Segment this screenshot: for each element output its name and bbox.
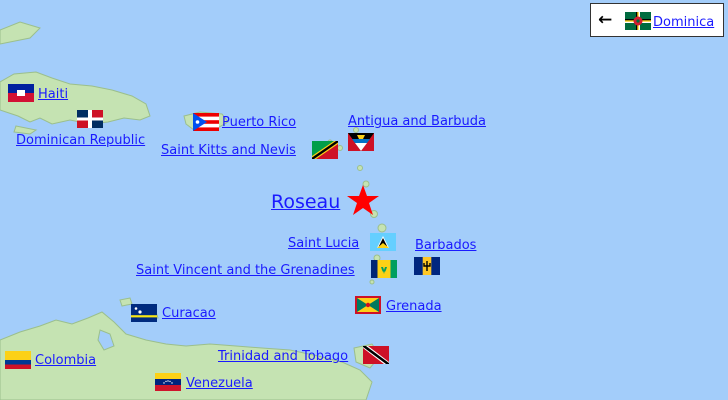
saint-kitts-and-nevis-flag-icon[interactable] [312,141,338,159]
antigua-and-barbuda-flag-icon[interactable] [348,133,374,151]
grenada-link[interactable]: Grenada [386,299,442,314]
trinidad-and-tobago-flag-icon[interactable] [363,346,389,364]
puerto-rico-flag-icon[interactable] [193,113,219,131]
haiti-flag-icon[interactable] [8,84,34,102]
venezuela-link[interactable]: Venezuela [186,376,253,391]
dominican-republic-link[interactable]: Dominican Republic [16,133,145,148]
saint-vincent-flag-icon[interactable] [371,260,397,278]
venezuela-flag-icon[interactable] [155,373,181,391]
saint-kitts-and-nevis-link[interactable]: Saint Kitts and Nevis [161,143,296,158]
colombia-flag-icon[interactable] [5,351,31,369]
colombia-link[interactable]: Colombia [35,353,96,368]
left-arrow-icon: ← [598,10,613,30]
dominica-flag-icon [625,12,651,30]
haiti-link[interactable]: Haiti [38,87,68,102]
dominican-republic-flag-icon[interactable] [77,110,103,128]
roseau-link[interactable]: Roseau [271,191,340,213]
trinidad-and-tobago-link[interactable]: Trinidad and Tobago [218,349,348,364]
curacao-link[interactable]: Curacao [162,306,216,321]
antigua-and-barbuda-link[interactable]: Antigua and Barbuda [348,114,486,129]
grenada-flag-icon[interactable] [355,296,381,314]
saint-lucia-flag-icon[interactable] [370,233,396,251]
red-star-icon[interactable] [346,184,380,216]
barbados-link[interactable]: Barbados [415,238,476,253]
puerto-rico-link[interactable]: Puerto Rico [222,115,296,130]
back-to-dominica-button[interactable]: ← Dominica [590,3,724,37]
curacao-flag-icon[interactable] [131,304,157,322]
barbados-flag-icon[interactable] [414,257,440,275]
caribbean-map: ← Dominica Roseau Haiti Dominican Republ… [0,0,728,400]
dominica-link[interactable]: Dominica [653,15,714,30]
saint-lucia-link[interactable]: Saint Lucia [288,236,359,251]
saint-vincent-link[interactable]: Saint Vincent and the Grenadines [136,263,355,278]
